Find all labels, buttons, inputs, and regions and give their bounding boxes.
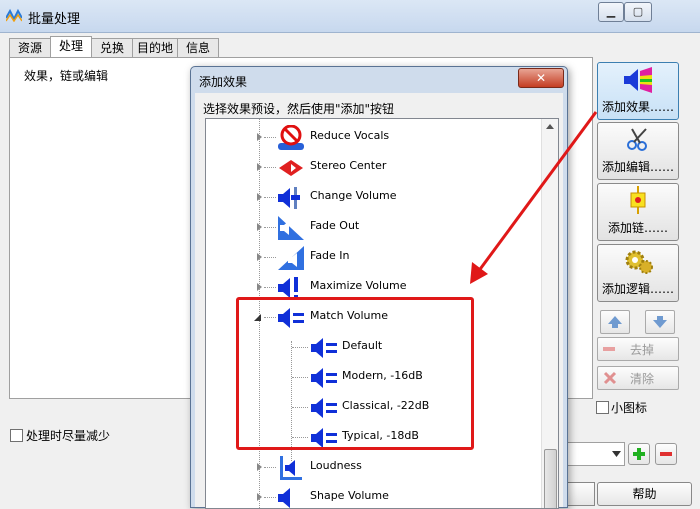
dialog-close-button[interactable]: ✕ [518, 68, 564, 88]
reduce-vocals-icon [278, 125, 304, 150]
chain-icon [630, 186, 646, 214]
arrow-up-icon [608, 316, 622, 328]
minimize-checkbox[interactable] [10, 429, 23, 442]
add-chain-button[interactable]: 添加链…… [597, 183, 679, 241]
tree-connector [264, 197, 276, 198]
minus-icon [660, 452, 672, 456]
gear-icon [625, 250, 653, 274]
expand-arrow-icon[interactable] [257, 223, 262, 231]
chevron-down-icon [612, 451, 621, 457]
add-edit-label: 添加编辑…… [601, 160, 674, 174]
expand-arrow-icon[interactable] [257, 283, 262, 291]
tree-item-label: Maximize Volume [310, 279, 407, 292]
tree-item-label: Loudness [310, 459, 362, 472]
plus-icon [633, 448, 645, 460]
shape-volume-icon [278, 488, 290, 508]
remove-button[interactable]: 去掉 [597, 337, 679, 361]
expand-arrow-icon[interactable] [257, 133, 262, 141]
tree-item-change-volume[interactable]: Change Volume [206, 183, 540, 211]
remove-label: 去掉 [630, 343, 655, 357]
tree-item-label: Fade Out [310, 219, 360, 232]
tree-item-label: Shape Volume [310, 489, 389, 502]
add-effect-button[interactable]: 添加效果…… [597, 62, 679, 120]
tree-item-loudness[interactable]: Loudness [206, 453, 540, 481]
add-edit-button[interactable]: 添加编辑…… [597, 122, 679, 180]
tree-item-label: Change Volume [310, 189, 397, 202]
dialog-instruction: 选择效果预设，然后使用"添加"按钮 [203, 102, 395, 116]
tab-resources[interactable]: 资源 [9, 38, 51, 57]
tree-connector [264, 227, 276, 228]
minimize-button[interactable]: ▁ [598, 2, 624, 22]
annotation-highlight-box [236, 297, 474, 450]
preset-combo[interactable] [567, 442, 625, 466]
add-chain-label: 添加链…… [607, 221, 668, 235]
tree-connector [264, 497, 276, 498]
expand-arrow-icon[interactable] [257, 253, 262, 261]
scroll-thumb[interactable] [544, 449, 557, 508]
tree-item-fade-out[interactable]: Fade Out [206, 213, 540, 241]
add-preset-button[interactable] [628, 443, 650, 465]
processing-list-label: 效果，链或编辑 [24, 69, 109, 83]
add-effect-label: 添加效果…… [601, 100, 674, 114]
tree-item-shape-volume[interactable]: Shape Volume [206, 483, 540, 508]
tree-connector [264, 287, 276, 288]
expand-arrow-icon[interactable] [257, 493, 262, 501]
tab-destination[interactable]: 目的地 [132, 38, 178, 57]
expand-arrow-icon[interactable] [257, 463, 262, 471]
window-title: 批量处理 [28, 12, 81, 27]
tree-connector [264, 137, 276, 138]
remove-preset-button[interactable] [655, 443, 677, 465]
speaker-rainbow-icon [624, 67, 652, 93]
loudness-icon [280, 456, 302, 480]
tree-item-fade-in[interactable]: Fade In [206, 243, 540, 271]
change-volume-icon [278, 187, 300, 209]
cancel-button[interactable] [568, 482, 595, 506]
x-icon [603, 371, 617, 385]
tree-item-label: Reduce Vocals [310, 129, 390, 142]
stereo-center-icon [279, 160, 303, 176]
window-titlebar: 批量处理 ▁ ▢ [0, 0, 700, 33]
tree-connector [264, 257, 276, 258]
tree-connector [264, 167, 276, 168]
expand-arrow-icon[interactable] [257, 193, 262, 201]
tab-convert[interactable]: 兑换 [91, 38, 133, 57]
move-up-button[interactable] [600, 310, 630, 334]
move-down-button[interactable] [645, 310, 675, 334]
scissors-icon [627, 128, 647, 151]
expand-arrow-icon[interactable] [257, 163, 262, 171]
help-button[interactable]: 帮助 [597, 482, 692, 506]
minimize-checkbox-label: 处理时尽量减少 [26, 429, 111, 443]
scroll-up-icon[interactable] [546, 124, 554, 129]
minus-icon [603, 347, 615, 351]
tree-item-label: Fade In [310, 249, 350, 262]
arrow-down-icon [653, 316, 667, 328]
fade-in-icon [278, 246, 304, 270]
add-logic-button[interactable]: 添加逻辑…… [597, 244, 679, 302]
maximize-button[interactable]: ▢ [624, 2, 652, 22]
add-logic-label: 添加逻辑…… [601, 282, 674, 296]
small-icon-label: 小图标 [611, 401, 648, 415]
tab-processing[interactable]: 处理 [50, 36, 92, 58]
tree-item-label: Stereo Center [310, 159, 387, 172]
tree-connector [264, 467, 276, 468]
dialog-title: 添加效果 [199, 75, 248, 89]
tree-scrollbar[interactable] [541, 119, 558, 508]
tab-info[interactable]: 信息 [177, 38, 219, 57]
fade-out-icon [278, 216, 304, 240]
clear-button[interactable]: 清除 [597, 366, 679, 390]
small-icon-checkbox[interactable] [596, 401, 609, 414]
tree-item-reduce-vocals[interactable]: Reduce Vocals [206, 123, 540, 151]
clear-label: 清除 [630, 372, 655, 386]
tree-item-stereo-center[interactable]: Stereo Center [206, 153, 540, 181]
app-icon [6, 8, 22, 22]
